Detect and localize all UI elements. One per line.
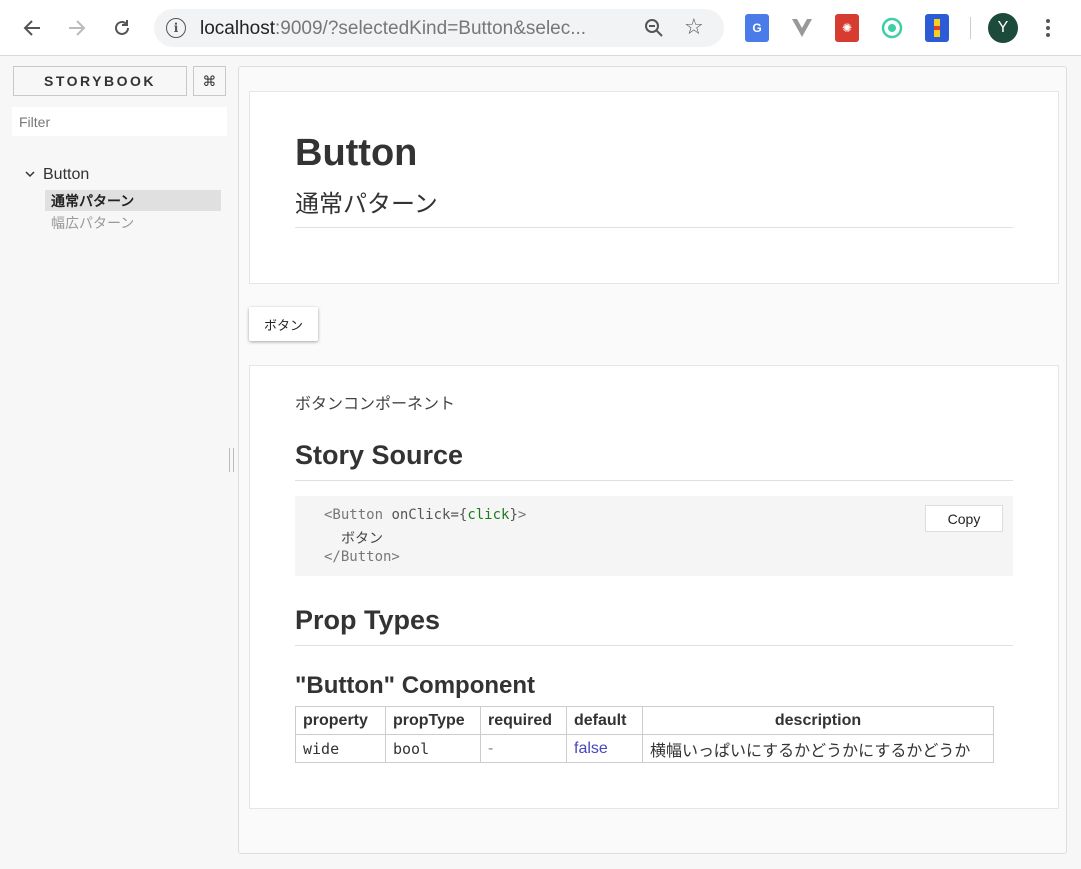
code-brace-close: } [509,507,518,523]
code-tag-start: <Button [324,507,392,523]
storybook-sidebar: STORYBOOK ⌘ Button 通常パターン 幅広パターン [0,56,238,869]
table-cell-description: 横幅いっぱいにするかどうかにするかどうか [642,734,994,763]
google-translate-icon[interactable]: G [745,14,769,42]
code-line-child: ボタン [341,528,383,548]
prop-types-table: property propType required default descr… [295,706,994,763]
table-header-row: property propType required default descr… [295,706,994,735]
forward-arrow-icon[interactable] [63,12,91,44]
code-child-text: ボタン [341,531,383,547]
page-subtitle: 通常パターン [295,191,438,218]
vue-devtools-icon[interactable] [790,14,814,42]
code-tag-end: > [517,507,527,523]
info-body: ボタンコンポーネント Story Source <Button onClick=… [249,365,1059,809]
bookmark-star-icon[interactable]: ☆ [684,14,704,40]
demo-button[interactable]: ボタン [249,307,318,341]
prop-types-divider [295,645,1013,646]
sidebar-resize-handle[interactable] [229,448,234,472]
url-host: localhost [200,18,275,39]
sidebar-story-normal[interactable]: 通常パターン [45,190,221,211]
component-heading: "Button" Component [295,672,536,699]
sidebar-story-wide[interactable]: 幅広パターン [45,212,221,233]
table-header-proptype: propType [385,706,481,735]
bug-icon[interactable]: ✺ [835,14,859,42]
table-header-required: required [480,706,567,735]
keyboard-shortcuts-icon[interactable]: ⌘ [193,66,226,96]
table-cell-proptype: bool [385,734,481,763]
storybook-title-button[interactable]: STORYBOOK [13,66,187,96]
info-header: Button 通常パターン [249,91,1059,284]
url-text[interactable]: localhost:9009/?selectedKind=Button&sele… [200,18,620,40]
browser-menu-icon[interactable] [1038,12,1058,44]
story-source-heading: Story Source [295,440,464,470]
browser-toolbar: i localhost:9009/?selectedKind=Button&se… [0,0,1081,56]
chevron-down-icon [25,169,35,181]
sidebar-kind-button[interactable]: Button [25,164,89,186]
code-line-open: <Button onClick={click}> [324,507,526,523]
zoom-icon[interactable] [642,16,666,40]
table-header-property: property [295,706,386,735]
code-attr: onClick= [391,507,459,523]
lighthouse-icon[interactable] [925,14,949,42]
page-title: Button [295,132,418,174]
code-expression: click [467,507,510,523]
table-cell-default: false [566,734,643,763]
back-arrow-icon[interactable] [18,12,46,44]
url-rest: :9009/?selectedKind=Button&selec... [275,18,587,39]
header-divider [295,227,1013,228]
story-source-divider [295,480,1013,481]
profile-avatar[interactable]: Y [988,13,1018,43]
reload-icon[interactable] [108,12,136,44]
copy-button[interactable]: Copy [925,505,1003,532]
table-header-description: description [642,706,994,735]
filter-input[interactable] [12,107,227,136]
address-bar[interactable]: i localhost:9009/?selectedKind=Button&se… [154,9,724,47]
code-line-close: </Button> [324,549,400,565]
component-description: ボタンコンポーネント [295,396,456,413]
toolbar-divider [970,17,971,39]
code-block: <Button onClick={click}> ボタン </Button> C… [295,496,1013,576]
info-icon[interactable]: i [166,18,186,38]
story-preview: Button 通常パターン ボタン ボタンコンポーネント Story Sourc… [238,66,1067,854]
table-row: wide bool - false 横幅いっぱいにするかどうかにするかどうか [295,734,994,763]
target-icon[interactable] [880,14,904,42]
table-header-default: default [566,706,643,735]
prop-types-heading: Prop Types [295,605,441,635]
table-cell-property: wide [295,734,386,763]
table-cell-required: - [480,734,567,763]
sidebar-kind-label: Button [43,166,90,183]
